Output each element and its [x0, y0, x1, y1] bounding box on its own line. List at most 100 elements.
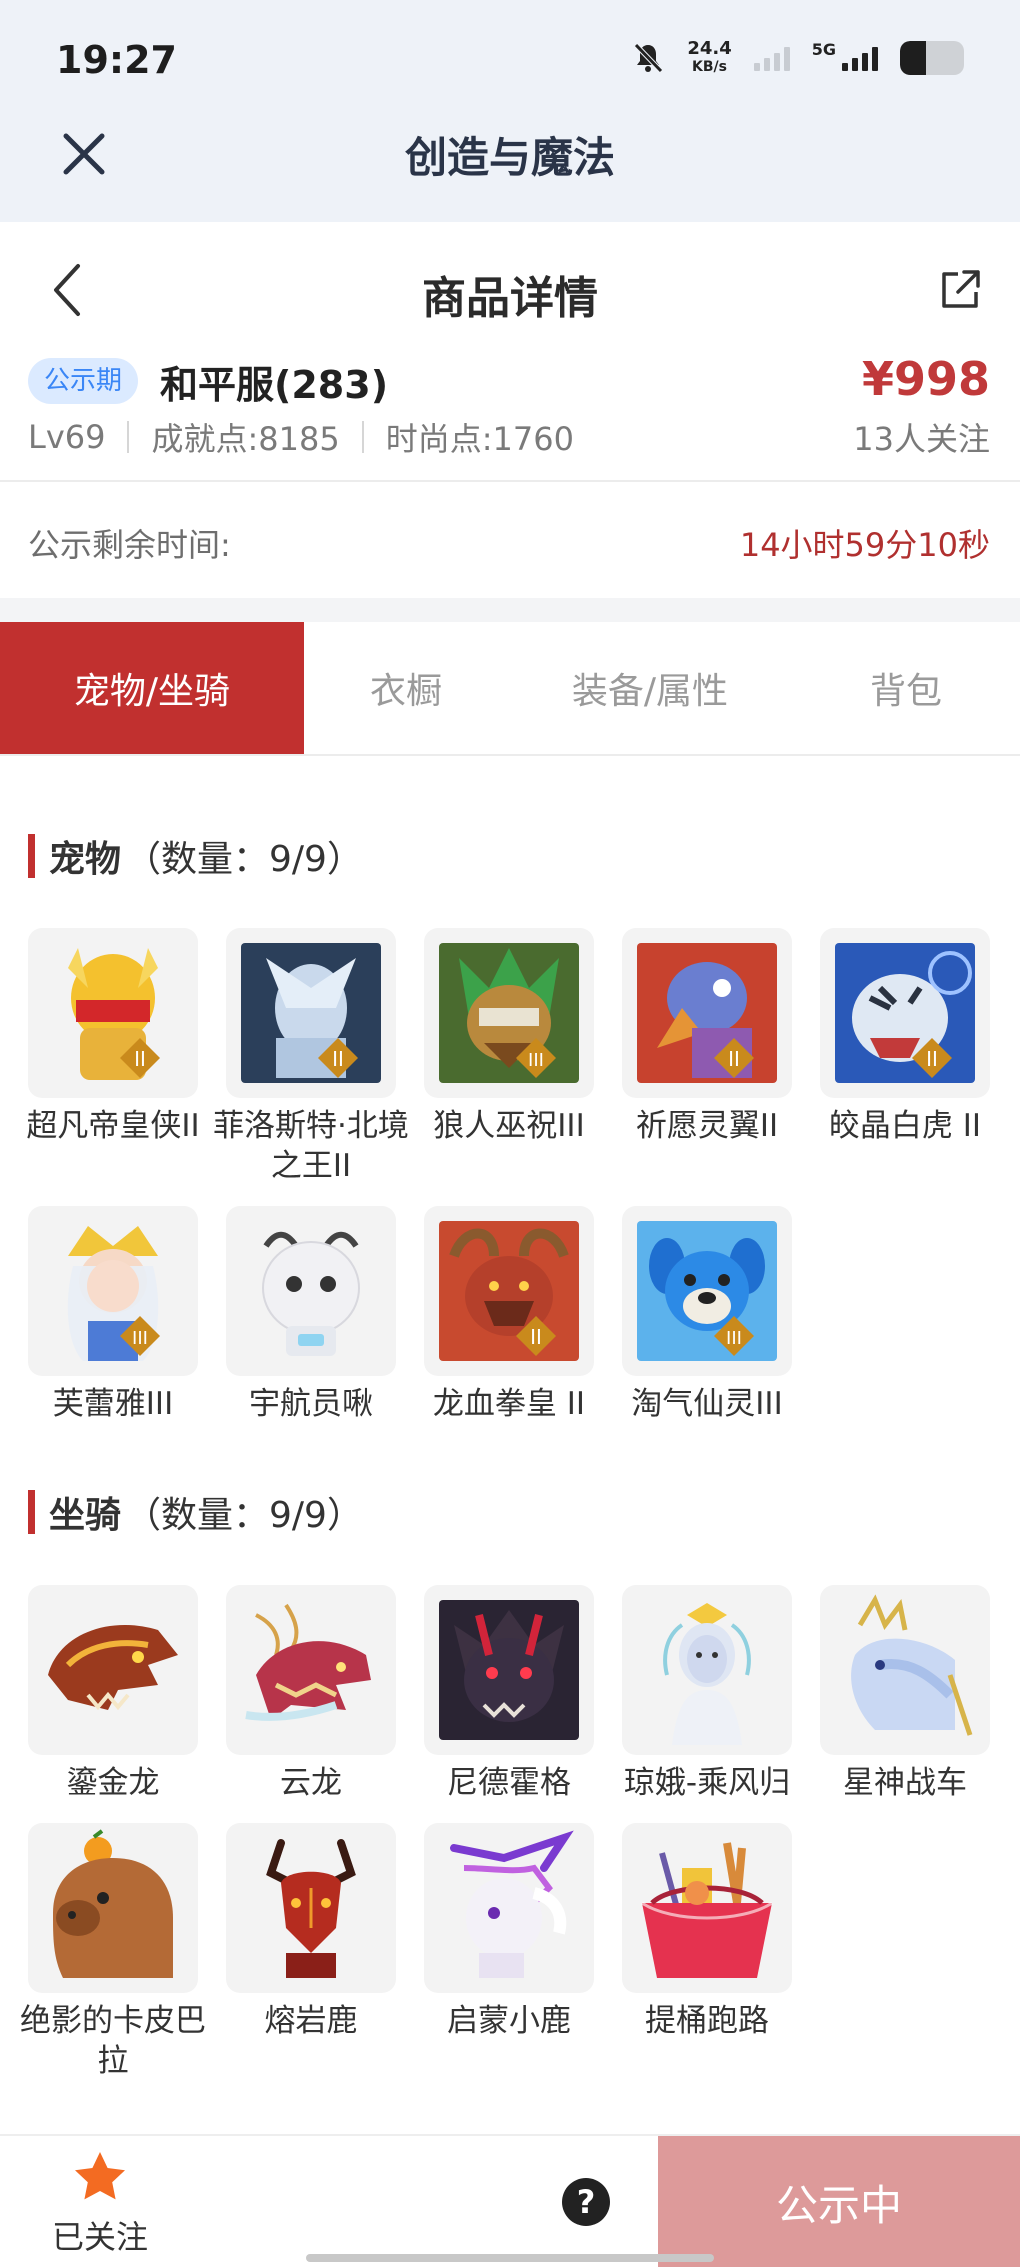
- mounts-section-title: 坐骑 （数量：9/9）: [28, 1486, 363, 1538]
- app-bar: 创造与魔法: [0, 110, 1020, 222]
- mount-item[interactable]: 琼娥-乘风归: [622, 1585, 792, 1803]
- tab-pets-mounts[interactable]: 宠物/坐骑: [0, 622, 304, 754]
- star-icon: [75, 2152, 125, 2200]
- mounts-title: 坐骑: [49, 1495, 122, 1536]
- follow-button[interactable]: 已关注: [40, 2150, 160, 2258]
- bottom-bar: 已关注 ? 公示中: [0, 2134, 1020, 2267]
- help-icon[interactable]: ?: [562, 2178, 610, 2226]
- mount-item[interactable]: 星神战车: [820, 1585, 990, 1803]
- app-title: 创造与魔法: [404, 133, 615, 182]
- nav-header: 商品详情: [0, 222, 1020, 352]
- pet-item[interactable]: II 祈愿灵翼II: [622, 928, 792, 1186]
- pet-item[interactable]: II 菲洛斯特·北境之王II: [213, 928, 409, 1186]
- pet-name: 淘气仙灵III: [631, 1386, 783, 1422]
- pet-name: 祈愿灵翼II: [635, 1108, 779, 1144]
- battery-icon: [900, 41, 964, 75]
- network-type-label: 5G: [811, 39, 836, 59]
- network-speed-value: 24.4: [687, 38, 732, 59]
- pet-name: 宇航员啾: [249, 1386, 373, 1422]
- pets-title: 宠物: [49, 839, 122, 880]
- astronaut-pet-icon: [226, 1206, 396, 1376]
- pet-name: 菲洛斯特·北境之王II: [213, 1108, 409, 1184]
- divider: [127, 421, 130, 453]
- mount-name: 启蒙小鹿: [447, 2003, 571, 2039]
- svg-text:II: II: [332, 1047, 344, 1071]
- listing-info: 公示期 和平服(283) Lv69 成就点:8185 时尚点:1760 ¥998…: [0, 352, 1020, 482]
- pet-item[interactable]: III 狼人巫祝III: [424, 928, 594, 1186]
- fashion-points: 时尚点:1760: [385, 420, 574, 458]
- home-indicator: [306, 2254, 714, 2262]
- pet-item[interactable]: III 芙蕾雅III: [28, 1206, 198, 1424]
- capybara-icon: [28, 1823, 198, 1993]
- svg-text:II: II: [134, 1047, 146, 1071]
- mount-name: 提桶跑路: [645, 2003, 769, 2039]
- section-marker: [28, 1490, 35, 1534]
- signal-bars-sim2-icon: [753, 45, 790, 71]
- ice-king-icon: II: [226, 928, 396, 1098]
- publicity-status-button[interactable]: 公示中: [658, 2136, 1020, 2267]
- mount-item[interactable]: 鎏金龙: [28, 1585, 198, 1803]
- section-divider: [0, 598, 1020, 622]
- section-marker: [28, 834, 35, 878]
- star-chariot-icon: [820, 1585, 990, 1755]
- svg-text:III: III: [132, 1328, 148, 1349]
- network-speed-unit: KB/s: [692, 59, 727, 75]
- follow-label: 已关注: [51, 2218, 148, 2256]
- freya-icon: III: [28, 1206, 198, 1376]
- status-bar: 19:27 24.4 KB/s 5G: [0, 0, 1020, 110]
- mount-item[interactable]: 熔岩鹿: [226, 1823, 396, 2081]
- pet-name: 皎晶白虎 II: [828, 1108, 982, 1144]
- tab-wardrobe[interactable]: 衣橱: [304, 622, 508, 754]
- page: 19:27 24.4 KB/s 5G 创造与魔法 商品详情 公示期 和平服(28…: [0, 0, 1020, 2267]
- page-title: 商品详情: [422, 273, 598, 324]
- svg-text:II: II: [728, 1047, 740, 1071]
- achievement-points: 成就点:8185: [151, 420, 340, 458]
- mount-name: 熔岩鹿: [264, 2003, 358, 2039]
- svg-text:III: III: [528, 1050, 544, 1071]
- pet-item[interactable]: II 超凡帝皇侠II: [26, 928, 200, 1186]
- pet-name: 芙蕾雅III: [52, 1386, 174, 1422]
- mount-name: 绝影的卡皮巴拉: [20, 2003, 206, 2079]
- spirit-bird-icon: II: [622, 928, 792, 1098]
- remaining-time-row: 公示剩余时间: 14小时59分10秒: [0, 484, 1020, 598]
- remaining-time-value: 14小时59分10秒: [739, 526, 990, 564]
- golden-armor-hero-icon: II: [28, 928, 198, 1098]
- werewolf-shaman-icon: III: [424, 928, 594, 1098]
- tab-equipment[interactable]: 装备/属性: [508, 622, 792, 754]
- mount-item[interactable]: 启蒙小鹿: [424, 1823, 594, 2081]
- tab-backpack[interactable]: 背包: [792, 622, 1020, 754]
- pet-item[interactable]: 宇航员啾: [226, 1206, 396, 1424]
- mute-bell-icon: [634, 43, 664, 73]
- mount-name: 琼娥-乘风归: [623, 1765, 791, 1801]
- share-icon[interactable]: [936, 266, 984, 314]
- tab-bar: 宠物/坐骑 衣橱 装备/属性 背包: [0, 622, 1020, 756]
- mount-name: 尼德霍格: [447, 1765, 571, 1801]
- gilded-dragon-icon: [28, 1585, 198, 1755]
- lava-deer-icon: [226, 1823, 396, 1993]
- pets-section-title: 宠物 （数量：9/9）: [28, 830, 363, 882]
- svg-text:III: III: [726, 1328, 742, 1349]
- price: ¥998: [861, 352, 990, 406]
- mount-item[interactable]: 云龙: [226, 1585, 396, 1803]
- naughty-sprite-icon: III: [622, 1206, 792, 1376]
- phase-badge: 公示期: [28, 358, 139, 404]
- fairy-mount-icon: [622, 1585, 792, 1755]
- divider: [361, 421, 364, 453]
- pet-name: 狼人巫祝III: [433, 1108, 585, 1144]
- mount-item[interactable]: 尼德霍格: [424, 1585, 594, 1803]
- pet-item[interactable]: III 淘气仙灵III: [622, 1206, 792, 1424]
- status-time: 19:27: [56, 38, 177, 82]
- pets-count: （数量：9/9）: [125, 839, 363, 880]
- mount-item[interactable]: 绝影的卡皮巴拉: [20, 1823, 206, 2081]
- cloud-dragon-icon: [226, 1585, 396, 1755]
- mount-item[interactable]: 提桶跑路: [622, 1823, 792, 2081]
- account-stats: Lv69 成就点:8185 时尚点:1760: [28, 414, 574, 460]
- mount-name: 鎏金龙: [66, 1765, 160, 1801]
- status-icons: 24.4 KB/s 5G: [631, 40, 964, 76]
- remaining-time-label: 公示剩余时间:: [28, 526, 231, 564]
- mounts-grid: 鎏金龙 云龙 尼德霍格 琼娥-乘风归 星神战车 绝影的卡皮巴拉 熔岩鹿 启蒙小鹿…: [20, 1585, 992, 2081]
- pet-item[interactable]: II 皎晶白虎 II: [820, 928, 990, 1186]
- signal-bars-icon: [842, 45, 878, 71]
- pet-item[interactable]: II 龙血拳皇 II: [424, 1206, 594, 1424]
- server-name: 和平服(283): [160, 363, 389, 407]
